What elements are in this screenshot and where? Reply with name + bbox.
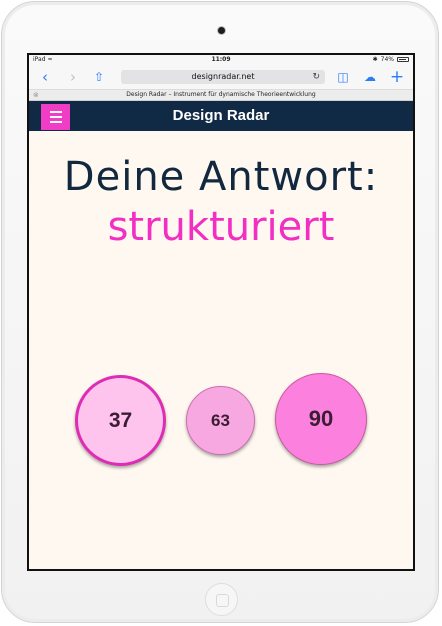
bluetooth-icon: ✱ xyxy=(372,56,378,63)
share-icon[interactable]: ⇧ xyxy=(91,69,107,85)
icloud-tabs-icon[interactable]: ☁ xyxy=(362,69,378,85)
option-circle-1[interactable]: 37 xyxy=(75,375,166,466)
status-right: ✱ 74% xyxy=(373,56,409,63)
close-tab-icon[interactable]: ⊗ xyxy=(33,90,39,100)
battery-percent: 74% xyxy=(380,56,394,63)
status-time: 11:09 xyxy=(211,56,231,63)
tab-bar: ⊗ Design Radar – Instrument für dynamisc… xyxy=(29,90,413,101)
bookmarks-icon[interactable]: ◫ xyxy=(335,69,351,85)
new-tab-icon[interactable]: + xyxy=(389,69,405,86)
option-circle-2[interactable]: 63 xyxy=(186,386,255,455)
app-title: Design Radar xyxy=(172,107,270,124)
forward-icon[interactable]: › xyxy=(65,69,81,85)
screen: iPad ≈ 11:09 ✱ 74% ‹ › ⇧ designradar.net… xyxy=(27,53,415,571)
home-button[interactable] xyxy=(205,583,238,616)
front-camera xyxy=(218,27,225,34)
page-heading: Deine Antwort: xyxy=(63,154,379,200)
url-text: designradar.net xyxy=(191,72,255,81)
reload-icon[interactable]: ↻ xyxy=(312,70,320,84)
status-bar: iPad ≈ 11:09 ✱ 74% xyxy=(29,55,413,65)
browser-toolbar: ‹ › ⇧ designradar.net ↻ ◫ ☁ + xyxy=(29,65,413,90)
url-bar[interactable]: designradar.net ↻ xyxy=(121,70,325,84)
answer-text: strukturiert xyxy=(107,204,335,250)
app-header: Design Radar xyxy=(29,101,413,131)
tab-title[interactable]: Design Radar – Instrument für dynamische… xyxy=(126,91,315,98)
battery-icon xyxy=(397,57,409,62)
option-circle-3[interactable]: 90 xyxy=(275,373,367,465)
back-icon[interactable]: ‹ xyxy=(37,69,53,85)
